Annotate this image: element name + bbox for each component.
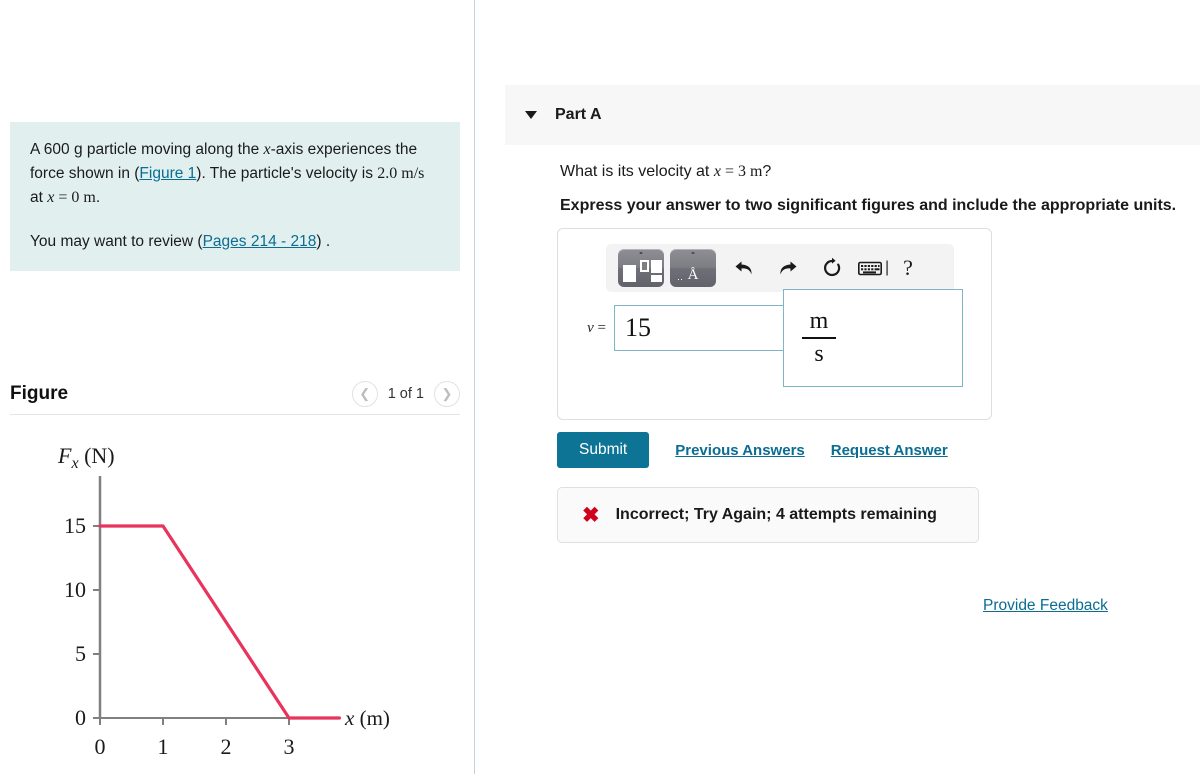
- figure-divider-rule: [10, 414, 460, 415]
- page-root: A 600 g particle moving along the x-axis…: [0, 0, 1200, 774]
- y-tick-label-15: 15: [64, 513, 86, 538]
- problem-paragraph-2: You may want to review (Pages 214 - 218)…: [30, 230, 440, 253]
- answer-variable-label: v =: [558, 320, 614, 337]
- x-tick-label-1: 1: [158, 734, 169, 759]
- submit-button[interactable]: Submit: [557, 432, 650, 468]
- figure-header: Figure ❮ 1 of 1 ❯: [10, 381, 460, 407]
- chevron-left-icon[interactable]: ❮: [351, 381, 378, 407]
- x-tick-label-2: 2: [221, 734, 232, 759]
- keyboard-glyph: [858, 261, 882, 275]
- help-question-mark-icon[interactable]: ?: [903, 255, 913, 281]
- answer-units-input[interactable]: m s: [783, 289, 963, 387]
- figure-nav: ❮ 1 of 1 ❯: [351, 381, 460, 407]
- x-tick-label-0: 0: [95, 734, 106, 759]
- answer-variable: v: [587, 319, 594, 336]
- keyboard-icon[interactable]: |: [858, 259, 889, 277]
- x-axis-title: x (m): [344, 706, 390, 730]
- figure-1-link[interactable]: Figure 1: [139, 165, 196, 182]
- instruction-text: Express your answer to two significant f…: [560, 197, 1177, 214]
- answer-actions-row: Submit Previous Answers Request Answer: [557, 432, 948, 468]
- problem-text-1a: A 600 g particle moving along the: [30, 141, 264, 158]
- problem-var-x: x: [263, 141, 271, 158]
- reset-glyph: [823, 257, 841, 277]
- incorrect-status-text: Incorrect; Try Again; 4 attempts remaini…: [615, 506, 937, 523]
- provide-feedback-link[interactable]: Provide Feedback: [983, 597, 1108, 615]
- figure-title: Figure: [10, 383, 69, 404]
- redo-arrow-icon[interactable]: [766, 249, 810, 287]
- left-panel: A 600 g particle moving along the x-axis…: [0, 0, 474, 774]
- force-position-chart: 15 10 5 0 0 1 2 3 Fx (N) x (m): [0, 428, 474, 774]
- units-angstrom-icon[interactable]: ․․ Å: [670, 249, 716, 287]
- chart-svg: 15 10 5 0 0 1 2 3 Fx (N) x (m): [57, 443, 390, 759]
- review-prefix: You may want to review (: [30, 233, 203, 250]
- units-fraction-bar: [802, 337, 836, 339]
- units-denominator: s: [814, 340, 824, 367]
- question-value: = 3 m: [720, 163, 763, 180]
- y-tick-label-10: 10: [64, 577, 86, 602]
- part-a-title: Part A: [555, 106, 602, 123]
- incorrect-status-banner: ✖ Incorrect; Try Again; 4 attempts remai…: [557, 487, 979, 543]
- reset-circular-arrow-icon[interactable]: [810, 249, 854, 287]
- undo-arrow-icon[interactable]: [722, 249, 766, 287]
- answer-entry-widget: ․․ Å | ? v = 15 m s: [557, 228, 992, 420]
- right-panel: Part A What is its velocity at x = 3 m? …: [475, 0, 1200, 774]
- answer-equals: =: [593, 319, 606, 336]
- question-text-a: What is its velocity at: [560, 163, 714, 180]
- units-fraction: m s: [802, 308, 836, 369]
- question-text: What is its velocity at x = 3 m?: [560, 163, 771, 181]
- review-suffix: ) .: [316, 233, 331, 250]
- answer-value-text: 15: [625, 313, 651, 342]
- question-var-x: x: [713, 163, 721, 180]
- x-mark-icon: ✖: [582, 503, 600, 527]
- pages-review-link[interactable]: Pages 214 - 218: [203, 233, 317, 250]
- chevron-right-icon[interactable]: ❯: [434, 381, 460, 407]
- math-templates-icon[interactable]: [618, 249, 664, 287]
- problem-statement-box: A 600 g particle moving along the x-axis…: [10, 122, 460, 272]
- y-tick-label-0: 0: [75, 705, 86, 730]
- previous-answers-link[interactable]: Previous Answers: [675, 442, 805, 459]
- x-tick-label-3: 3: [284, 734, 295, 759]
- problem-velocity-value: 2.0 m/s: [377, 165, 425, 182]
- redo-glyph: [780, 261, 797, 275]
- problem-paragraph-1: A 600 g particle moving along the x-axis…: [30, 138, 440, 210]
- problem-text-1d: at: [30, 189, 48, 206]
- question-text-c: ?: [762, 163, 772, 180]
- force-curve: [98, 524, 341, 720]
- units-numerator: m: [809, 307, 829, 334]
- part-a-header[interactable]: Part A: [505, 85, 1200, 145]
- math-toolbar: ․․ Å | ?: [606, 244, 954, 292]
- caret-down-icon[interactable]: [525, 111, 537, 119]
- problem-position-value: = 0 m: [54, 189, 96, 206]
- y-tick-label-5: 5: [75, 641, 86, 666]
- undo-glyph: [735, 261, 752, 275]
- y-axis-title: Fx (N): [57, 443, 115, 472]
- figure-count-label: 1 of 1: [387, 386, 424, 402]
- keyboard-cursor-label: |: [885, 259, 890, 276]
- request-answer-link[interactable]: Request Answer: [831, 442, 948, 459]
- answer-value-input[interactable]: 15: [614, 305, 789, 351]
- problem-text-1f: .: [95, 189, 101, 206]
- problem-text-1c: ). The particle's velocity is: [196, 165, 378, 182]
